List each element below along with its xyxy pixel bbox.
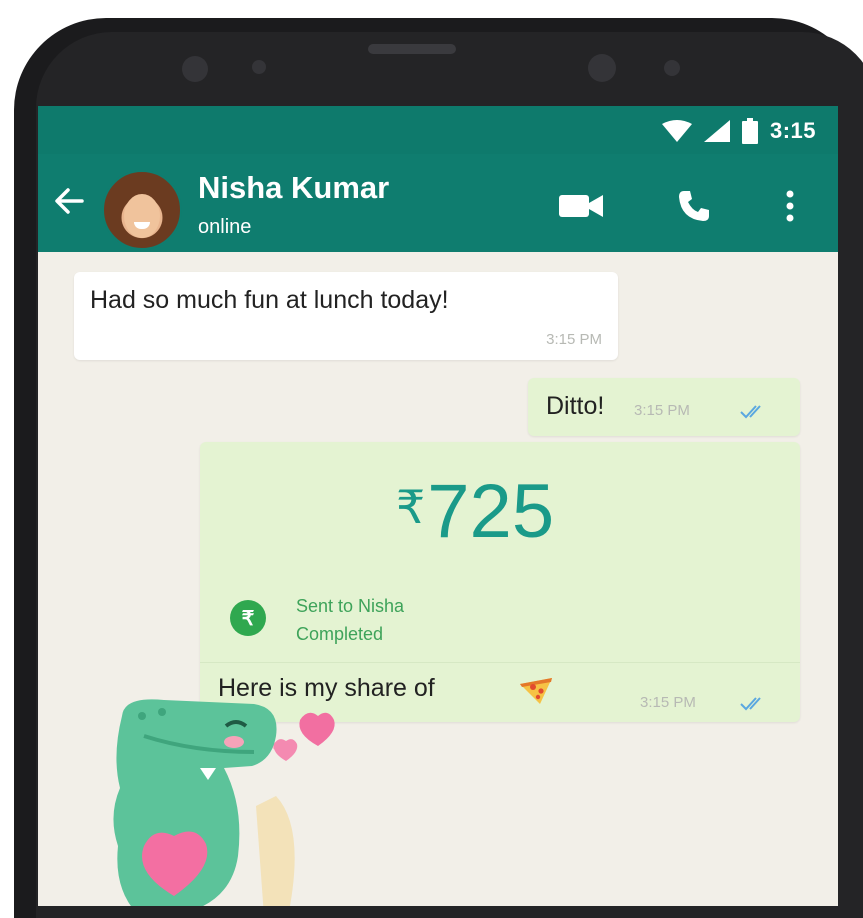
payment-recipient: Sent to Nisha xyxy=(296,596,405,616)
phone-speaker xyxy=(368,44,456,54)
read-ticks-icon xyxy=(740,697,761,711)
incoming-message[interactable]: Had so much fun at lunch today! 3:15 PM xyxy=(74,272,618,360)
more-options-icon xyxy=(786,190,794,222)
video-call-button[interactable] xyxy=(558,182,606,230)
pizza-icon xyxy=(520,678,552,704)
status-time: 3:15 xyxy=(769,118,816,143)
message-time: 3:15 PM xyxy=(546,331,602,348)
status-bar: 3:15 xyxy=(38,106,838,154)
signal-icon xyxy=(703,120,730,142)
back-arrow-icon[interactable] xyxy=(52,184,86,218)
front-sensor xyxy=(664,60,680,76)
amount-value: 725 xyxy=(427,469,555,554)
contact-avatar[interactable] xyxy=(102,170,182,250)
voice-call-button[interactable] xyxy=(670,182,718,230)
payment-message[interactable]: ₹725 ₹ Sent to Nisha Completed Here is m… xyxy=(200,442,800,722)
message-time: 3:15 PM xyxy=(634,402,690,419)
contact-presence: online xyxy=(198,216,252,238)
dinosaur-hearts-sticker[interactable] xyxy=(104,696,364,906)
front-sensor xyxy=(252,60,266,74)
rupee-badge-icon: ₹ xyxy=(230,600,266,636)
message-time: 3:15 PM xyxy=(640,694,696,711)
status-icons: 3:15 xyxy=(661,118,816,144)
payment-divider xyxy=(200,662,800,663)
currency-symbol: ₹ xyxy=(396,481,426,533)
message-text: Ditto! xyxy=(546,392,605,420)
voice-call-icon xyxy=(679,191,709,221)
payment-state: Completed xyxy=(296,624,384,644)
wifi-icon xyxy=(661,120,692,142)
phone-screen: 3:15 Nisha Kumar online Had so much fun … xyxy=(38,106,838,906)
message-text: Had so much fun at lunch today! xyxy=(90,286,449,314)
payment-amount: ₹725 xyxy=(396,468,554,555)
front-sensor xyxy=(588,54,616,82)
avatar-face xyxy=(124,194,160,238)
read-ticks-icon xyxy=(740,405,761,419)
more-options-button[interactable] xyxy=(766,182,814,230)
front-camera xyxy=(182,56,208,82)
video-call-icon xyxy=(559,195,603,217)
payment-status: Sent to Nisha Completed xyxy=(296,592,404,648)
outgoing-message[interactable]: Ditto! 3:15 PM xyxy=(528,378,800,436)
contact-name[interactable]: Nisha Kumar xyxy=(198,170,389,206)
chat-header: Nisha Kumar online xyxy=(38,154,838,252)
battery-icon xyxy=(741,118,758,144)
